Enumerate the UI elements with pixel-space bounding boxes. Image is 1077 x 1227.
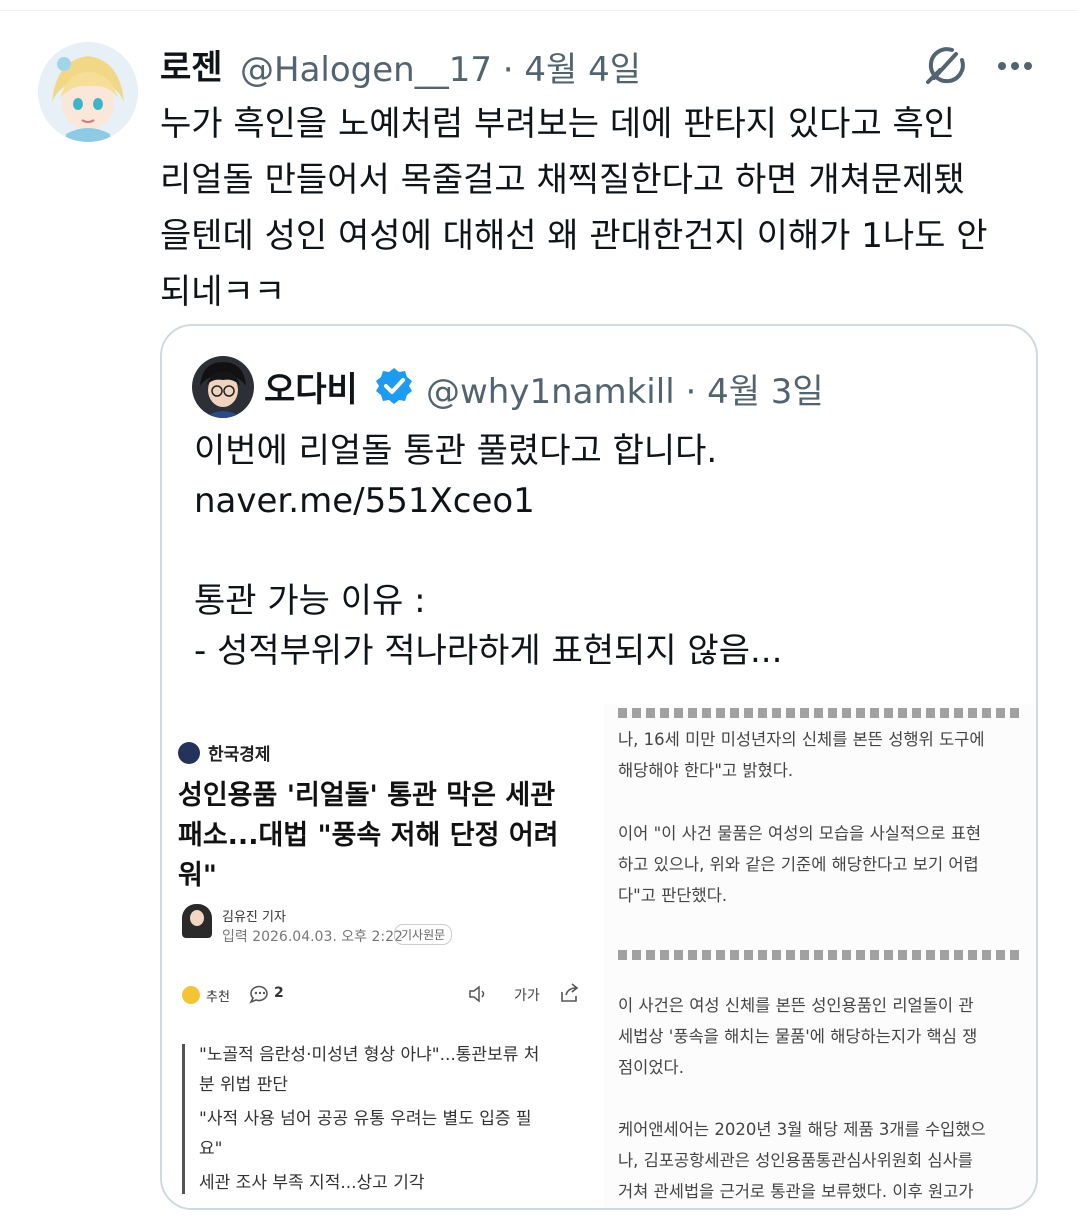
quote-text: 이번에 리얼돌 통관 풀렸다고 합니다. naver.me/551Xceo1 통… bbox=[194, 431, 783, 671]
article-paragraph: 이 사건은 여성 신체를 본뜬 성인용품인 리얼돌이 관 세법상 '풍속을 해치… bbox=[618, 996, 978, 1077]
publisher-name: 한국경제 bbox=[208, 745, 271, 765]
speaker-icon bbox=[468, 984, 490, 1004]
article-paragraph: 케어앤세어는 2020년 3월 해당 제품 3개를 수입했으 나, 김포공항세관… bbox=[618, 1120, 986, 1201]
font-size-label: 가가 bbox=[514, 988, 540, 1004]
summary-line: "사적 사용 넘어 공공 유통 우려는 별도 입증 필 요" bbox=[199, 1109, 532, 1159]
share-icon bbox=[558, 982, 580, 1004]
article-image[interactable]: 한국경제 성인용품 '리얼돌' 통관 막은 세관 패소...대법 "풍속 저해 … bbox=[162, 704, 1036, 1208]
summary-line: 세관 조사 부족 지적...상고 기각 bbox=[199, 1173, 425, 1193]
article-paragraph: 이어 "이 사건 물품은 여성의 모습을 사실적으로 표현 하고 있으나, 위와… bbox=[618, 824, 982, 905]
smile-icon bbox=[182, 986, 200, 1004]
original-article-badge: 기사원문 bbox=[394, 924, 453, 945]
verified-badge-icon bbox=[374, 366, 414, 406]
reporter-name: 김유진 기자 bbox=[222, 910, 286, 925]
top-divider bbox=[0, 10, 1077, 11]
article-left-column: 한국경제 성인용품 '리얼돌' 통관 막은 세관 패소...대법 "풍속 저해 … bbox=[178, 704, 588, 1208]
author-avatar[interactable] bbox=[38, 42, 138, 142]
cropped-text-line bbox=[618, 950, 1022, 960]
publisher-logo-icon bbox=[178, 742, 200, 764]
quote-author-name[interactable]: 오다비 bbox=[264, 362, 358, 411]
article-dateline: 입력 2026.04.03. 오후 2:22 bbox=[222, 929, 403, 945]
article-right-column: 나, 16세 미만 미성년자의 신체를 본뜬 성행위 도구에 해당해야 한다"고… bbox=[604, 704, 1036, 1208]
quote-author-avatar[interactable] bbox=[192, 356, 254, 418]
quote-author-handle-date[interactable]: @why1namkill · 4월 3일 bbox=[426, 364, 824, 413]
reporter-avatar bbox=[182, 904, 212, 938]
more-icon[interactable] bbox=[990, 44, 1040, 88]
article-headline: 성인용품 '리얼돌' 통관 막은 세관 패소...대법 "풍속 저해 단정 어려… bbox=[178, 780, 559, 891]
comment-icon bbox=[248, 984, 270, 1004]
article-summary: "노골적 음란성·미성년 형상 아냐"...통관보류 처 분 위법 판단 "사적… bbox=[182, 1044, 581, 1194]
cropped-text-line bbox=[618, 708, 1022, 718]
recommend-label: 추천 bbox=[206, 990, 230, 1005]
summary-line: "노골적 음란성·미성년 형상 아냐"...통관보류 처 분 위법 판단 bbox=[199, 1045, 540, 1095]
article-paragraph: 나, 16세 미만 미성년자의 신체를 본뜬 성행위 도구에 해당해야 한다"고… bbox=[618, 730, 985, 780]
quote-tweet-card[interactable]: 오다비 @why1namkill · 4월 3일 이번에 리얼돌 통관 풀렸다고… bbox=[160, 324, 1038, 1210]
author-name[interactable]: 로젠 bbox=[160, 40, 223, 89]
grok-icon[interactable] bbox=[922, 44, 970, 88]
tweet-text: 누가 흑인을 노예처럼 부려보는 데에 판타지 있다고 흑인 리얼돌 만들어서 … bbox=[160, 104, 988, 312]
comment-count: 2 bbox=[274, 985, 284, 1001]
author-handle-date[interactable]: @Halogen__17 · 4월 4일 bbox=[240, 42, 641, 91]
